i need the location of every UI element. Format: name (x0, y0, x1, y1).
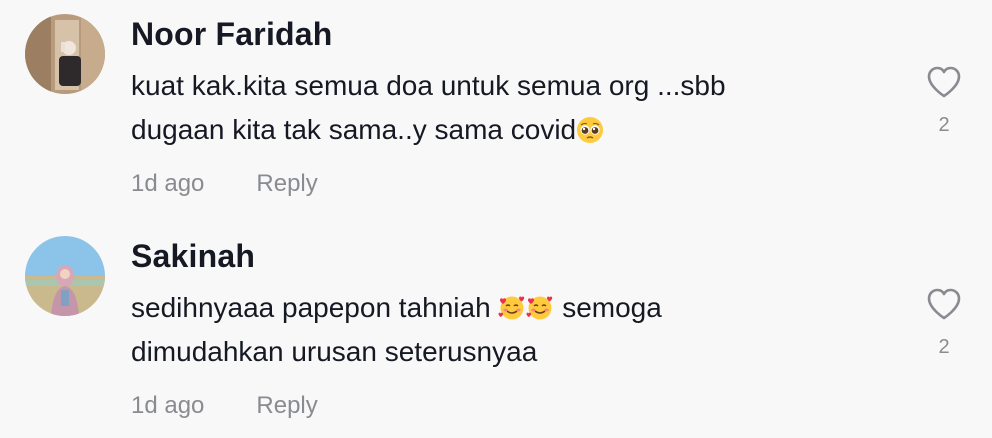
avatar[interactable] (25, 14, 105, 94)
like-button[interactable]: 2 (922, 62, 966, 137)
reply-button[interactable]: Reply (256, 170, 317, 197)
heart-outline-icon (927, 288, 961, 320)
comment-text: kuat kak.kita semua doa untuk semua org … (131, 64, 851, 152)
like-count: 2 (938, 114, 950, 136)
comment-meta: 1d ago Reply (131, 170, 318, 198)
comment-username[interactable]: Sakinah (131, 238, 255, 275)
comment-timestamp: 1d ago (131, 170, 205, 197)
comment-text-segment: sedihnyaaa papepon tahniah (131, 292, 499, 323)
avatar-image (25, 236, 105, 316)
smiling-face-with-hearts-emoji (526, 294, 554, 322)
comment-text: sedihnyaaa papepon tahniah semoga dimuda… (131, 286, 851, 374)
comment-item: Sakinah sedihnyaaa papepon tahniah semog… (0, 222, 992, 438)
like-button[interactable]: 2 (922, 284, 966, 359)
smiling-face-with-hearts-emoji (498, 294, 526, 322)
reply-button[interactable]: Reply (256, 392, 317, 419)
comment-item: Noor Faridah kuat kak.kita semua doa unt… (0, 0, 992, 222)
comment-text-line: dugaan kita tak sama..y sama covid (131, 108, 851, 152)
comment-text-line: kuat kak.kita semua doa untuk semua org … (131, 70, 726, 101)
comment-text-line: dimudahkan urusan seterusnyaa (131, 336, 538, 367)
pleading-face-emoji (576, 116, 604, 144)
avatar[interactable] (25, 236, 105, 316)
comment-text-segment: semoga (554, 292, 662, 323)
heart-outline-icon (927, 66, 961, 98)
comment-meta: 1d ago Reply (131, 392, 318, 420)
avatar-image (25, 14, 105, 94)
comment-timestamp: 1d ago (131, 392, 205, 419)
comment-text-segment: dugaan kita tak sama..y sama covid (131, 114, 577, 145)
like-count: 2 (938, 336, 950, 358)
comment-username[interactable]: Noor Faridah (131, 16, 333, 53)
comment-text-line: sedihnyaaa papepon tahniah semoga (131, 286, 851, 330)
